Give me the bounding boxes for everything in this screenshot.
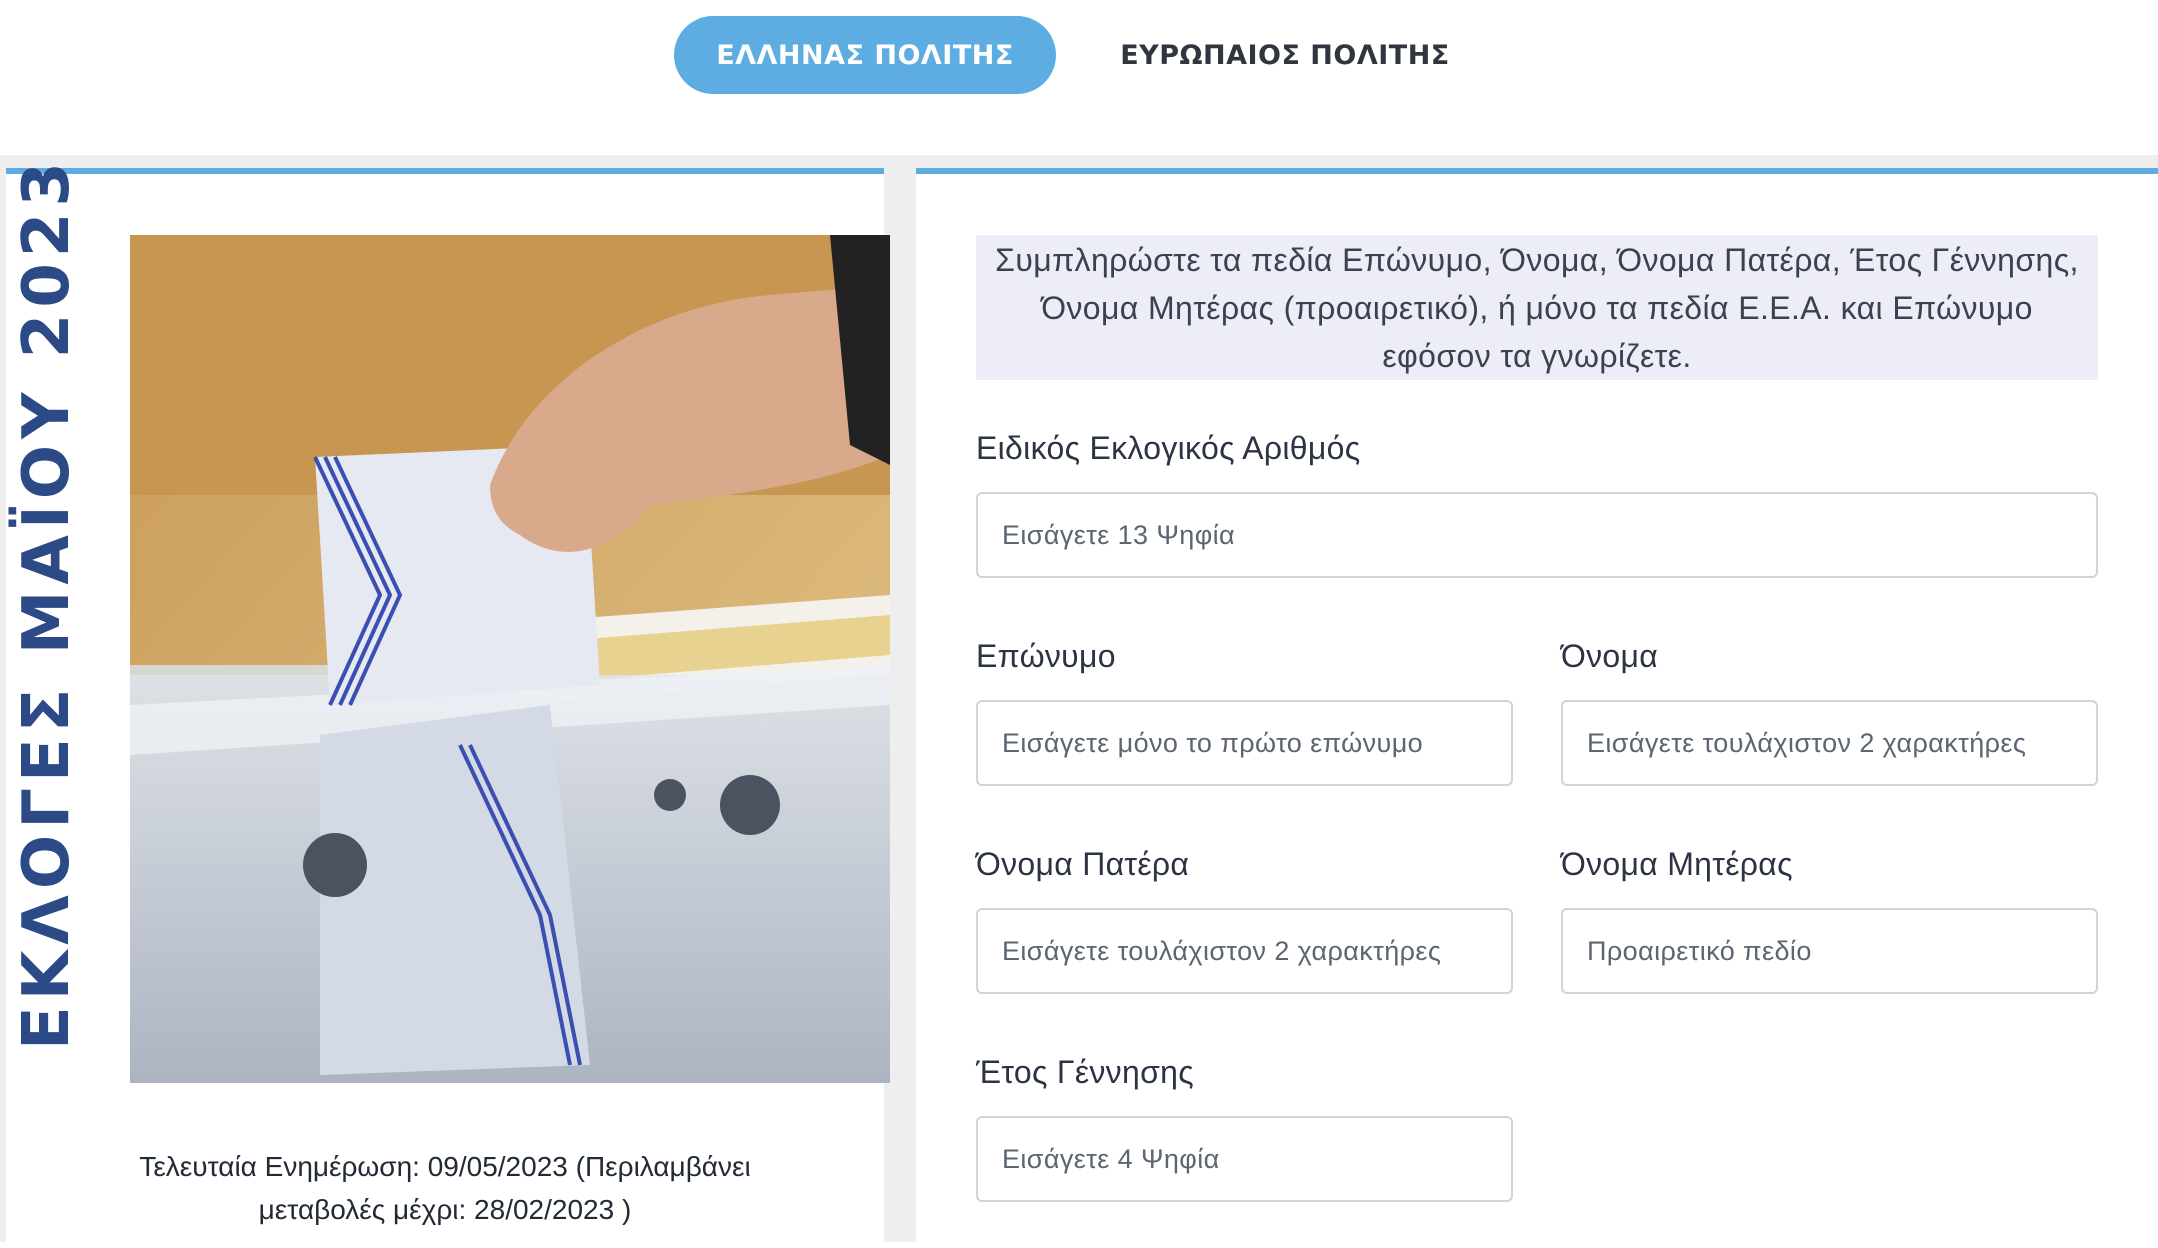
last-update-text: Τελευταία Ενημέρωση: 09/05/2023 (Περιλαμ… — [100, 1145, 790, 1231]
elections-vertical-title: ΕΚΛΟΓΕΣ ΜΑΪΟΥ 2023 — [10, 156, 84, 1050]
first-name-label: Όνομα — [1561, 638, 1659, 674]
father-name-input[interactable]: Εισάγετε τουλάχιστον 2 χαρακτήρες — [976, 908, 1513, 994]
last-update-line1: Τελευταία Ενημέρωση: 09/05/2023 (Περιλαμ… — [139, 1151, 751, 1182]
first-name-input[interactable]: Εισάγετε τουλάχιστον 2 χαρακτήρες — [1561, 700, 2098, 786]
ballot-box-photo — [130, 235, 890, 1083]
tab-greek-citizen[interactable]: ΕΛΛΗΝΑΣ ΠΟΛΙΤΗΣ — [674, 16, 1056, 94]
instructions-box: Συμπληρώστε τα πεδία Επώνυμο, Όνομα, Όνο… — [976, 235, 2098, 380]
birth-year-label: Έτος Γέννησης — [976, 1054, 1194, 1090]
birth-year-input[interactable]: Εισάγετε 4 Ψηφία — [976, 1116, 1513, 1202]
mother-name-label: Όνομα Μητέρας — [1561, 846, 1793, 882]
special-number-input[interactable]: Εισάγετε 13 Ψηφία — [976, 492, 2098, 578]
tab-european-citizen[interactable]: ΕΥΡΩΠΑΙΟΣ ΠΟΛΙΤΗΣ — [1090, 16, 1480, 94]
instructions-text: Συμπληρώστε τα πεδία Επώνυμο, Όνομα, Όνο… — [995, 241, 2079, 374]
ballot-photo-illustration — [130, 235, 890, 1083]
surname-label: Επώνυμο — [976, 638, 1116, 674]
mother-name-input[interactable]: Προαιρετικό πεδίο — [1561, 908, 2098, 994]
citizen-type-tabs: ΕΛΛΗΝΑΣ ΠΟΛΙΤΗΣ ΕΥΡΩΠΑΙΟΣ ΠΟΛΙΤΗΣ — [0, 0, 2158, 150]
special-number-label: Ειδικός Εκλογικός Αριθμός — [976, 430, 1361, 466]
father-name-label: Όνομα Πατέρα — [976, 846, 1190, 882]
last-update-line2: μεταβολές μέχρι: 28/02/2023 ) — [258, 1194, 632, 1225]
surname-input[interactable]: Εισάγετε μόνο το πρώτο επώνυμο — [976, 700, 1513, 786]
